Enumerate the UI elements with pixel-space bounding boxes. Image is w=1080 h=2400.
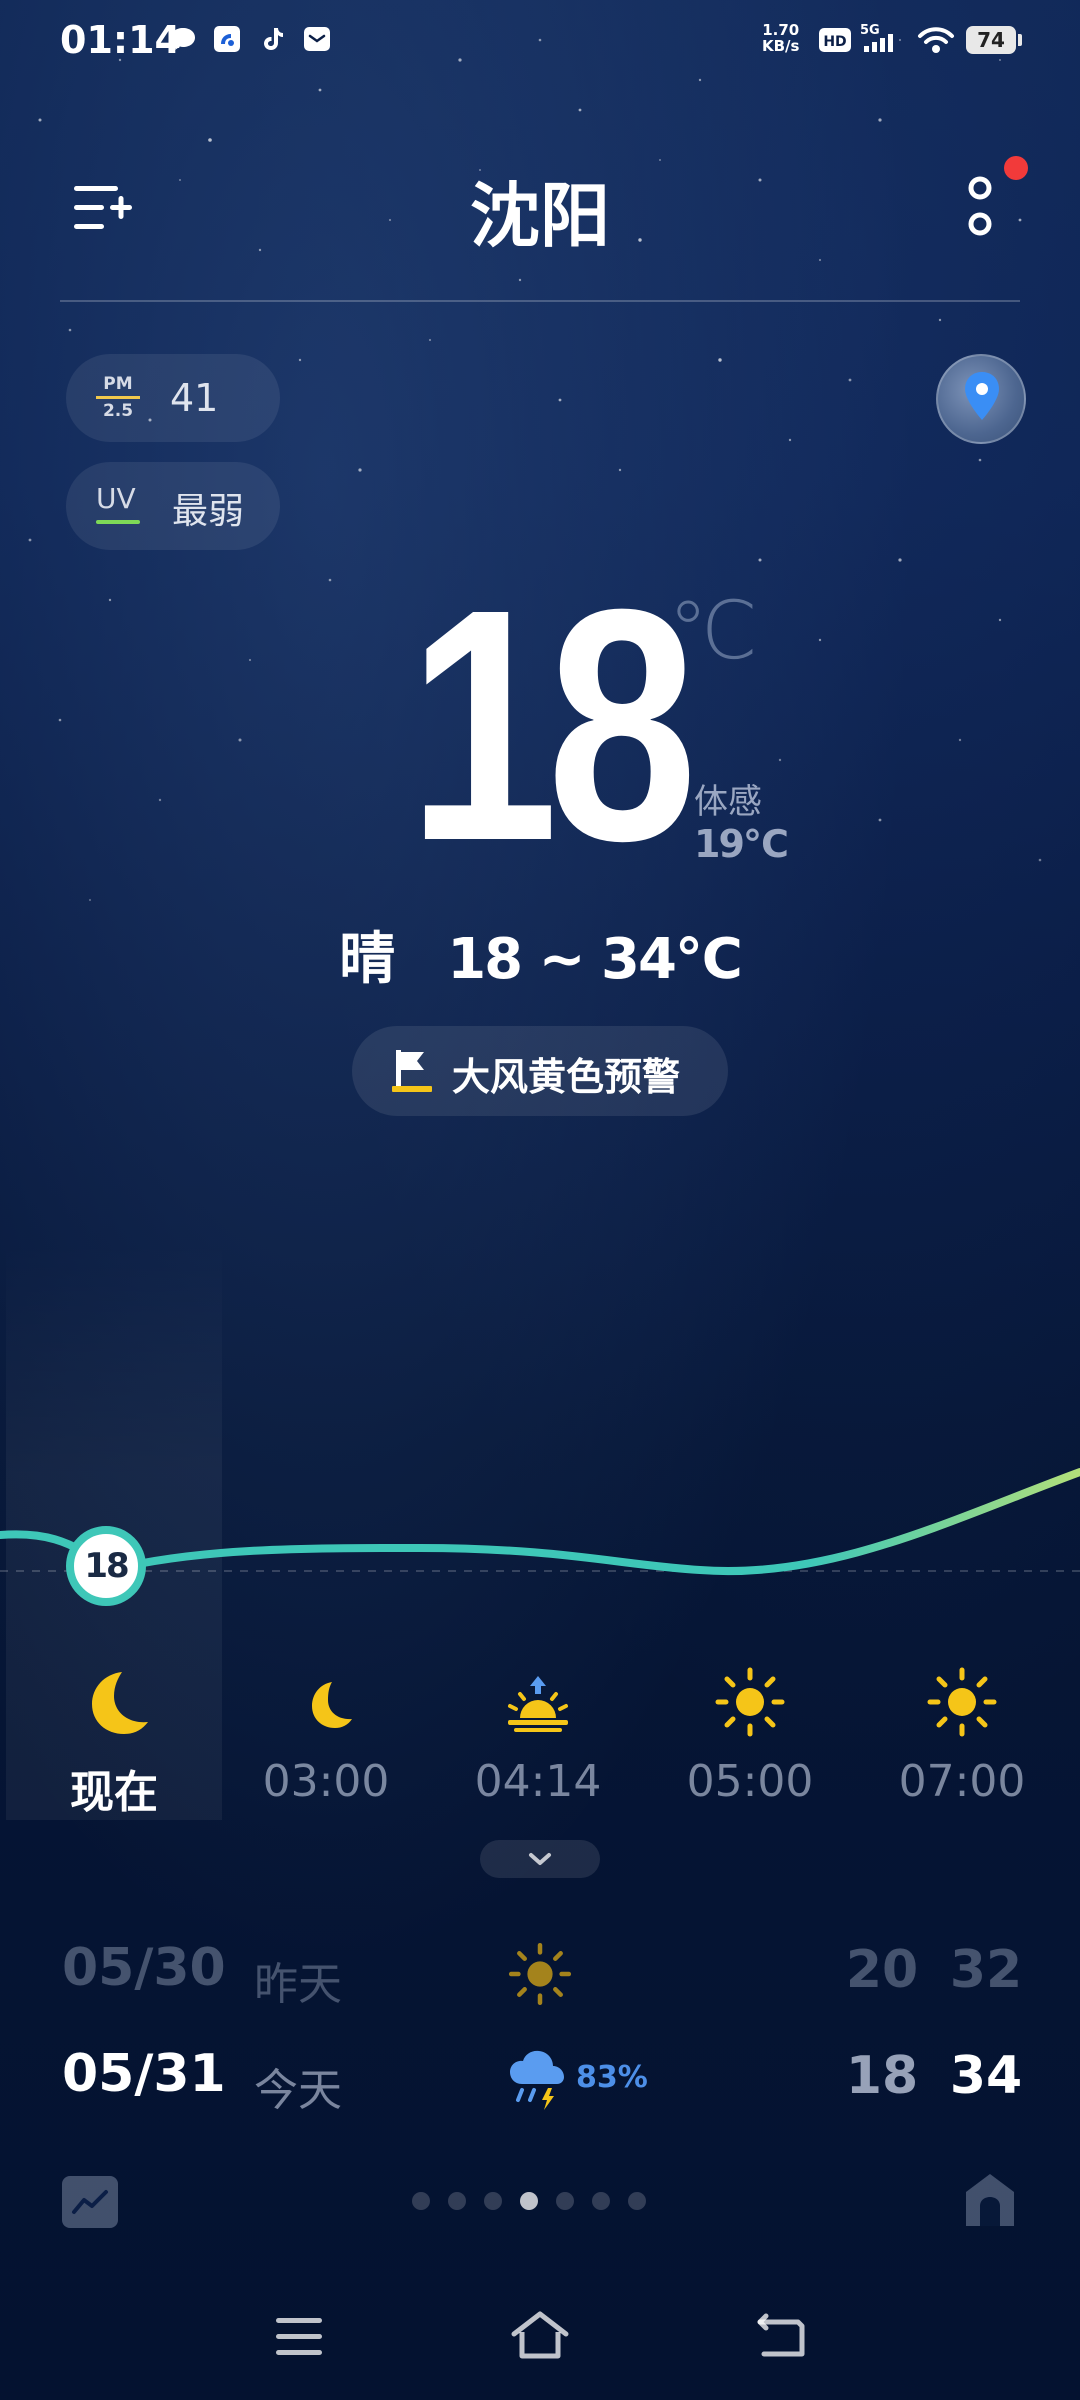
uv-value: 最弱 <box>172 491 245 532</box>
page-dot-active[interactable] <box>520 2192 538 2210</box>
location-map-button[interactable] <box>936 354 1026 444</box>
page-indicator <box>412 2192 652 2212</box>
day-high-temp: 32 <box>949 1940 1023 2000</box>
day-high-temp: 34 <box>949 2046 1023 2106</box>
temperature-unit: ℃ <box>668 584 758 677</box>
day-name: 昨天 <box>254 1959 342 2010</box>
condition-line: 晴 18 ~ 34℃ <box>0 914 1080 995</box>
weather-alert-button[interactable]: 大风黄色预警 <box>352 1026 728 1116</box>
network-speed-unit: KB/s <box>762 37 800 55</box>
hourly-item[interactable]: 07:00 <box>882 1662 1042 1807</box>
chat-bubble-icon <box>171 28 195 50</box>
hd-label: HD <box>823 34 846 50</box>
nav-menu-icon[interactable] <box>270 2310 330 2362</box>
battery-tip <box>1018 34 1022 46</box>
hourly-temperature-curve <box>0 1468 1080 1576</box>
uv-chip[interactable]: UV 最弱 <box>66 462 280 550</box>
hourly-label: 现在 <box>70 1767 158 1818</box>
pm25-label-bottom: 2.5 <box>102 401 134 421</box>
status-time: 01:14 <box>60 18 181 62</box>
day-low-temp: 20 <box>845 1940 919 2000</box>
temperature-range: 18 ~ 34℃ <box>447 927 743 992</box>
page-dot[interactable] <box>556 2192 574 2210</box>
page-dot[interactable] <box>412 2192 430 2210</box>
network-speed: 1.70 KB/s <box>762 22 799 54</box>
moon-icon <box>312 1682 352 1728</box>
network-speed-value: 1.70 <box>762 21 800 39</box>
hourly-item[interactable]: 03:00 <box>246 1662 406 1807</box>
city-title[interactable]: 沈阳 <box>340 160 740 261</box>
sunrise-icon <box>508 1676 568 1732</box>
sun-icon <box>508 1942 572 2006</box>
daily-row-yesterday[interactable]: 05/30 昨天 20 32 <box>0 1930 1080 2010</box>
hourly-label: 03:00 <box>262 1756 390 1807</box>
day-low-temp: 18 <box>845 2046 919 2106</box>
feels-like-value: 19℃ <box>694 822 789 866</box>
mail-app-icon <box>304 27 330 51</box>
uv-label: UV <box>96 482 136 515</box>
day-date: 05/31 <box>62 2044 226 2104</box>
hd-volte-icon: HD <box>819 28 851 52</box>
notification-dot <box>1004 156 1028 180</box>
hourly-label: 04:14 <box>474 1756 602 1807</box>
pm25-icon: PM 2.5 <box>96 374 140 421</box>
warning-flag-icon <box>392 1050 432 1092</box>
page-dot[interactable] <box>448 2192 466 2210</box>
pm25-chip[interactable]: PM 2.5 41 <box>66 354 280 442</box>
battery-indicator: 74 <box>966 26 1016 54</box>
city-manage-icon[interactable] <box>72 182 134 234</box>
page-dot[interactable] <box>592 2192 610 2210</box>
uv-level-bar <box>96 520 140 524</box>
feels-like-label: 体感 <box>694 782 762 822</box>
tiktok-icon <box>264 28 283 50</box>
expand-forecast-button[interactable] <box>480 1840 600 1878</box>
page-dot[interactable] <box>484 2192 502 2210</box>
daily-row-today[interactable]: 05/31 今天 83% 18 34 <box>0 2036 1080 2116</box>
sun-icon <box>715 1667 785 1737</box>
status-bar: 01:14 1.70 KB/s HD 5G 74 <box>0 0 1080 80</box>
sun-icon <box>927 1667 997 1737</box>
current-temperature: 18 <box>407 540 698 909</box>
pm25-value: 41 <box>170 376 219 420</box>
moon-icon <box>92 1672 148 1734</box>
app-notification-icon <box>214 26 240 52</box>
more-options-icon[interactable] <box>960 176 1000 240</box>
precipitation-chance: 83% <box>576 2060 648 2095</box>
hourly-label: 07:00 <box>898 1756 1026 1807</box>
alert-text: 大风黄色预警 <box>452 1055 681 1099</box>
chevron-down-icon <box>529 1853 551 1865</box>
trend-chart-button[interactable] <box>62 2176 118 2228</box>
nav-back-icon[interactable] <box>752 2310 812 2362</box>
day-date: 05/30 <box>62 1938 226 1998</box>
hourly-item[interactable]: 05:00 <box>670 1662 830 1807</box>
home-icon[interactable] <box>962 2170 1018 2228</box>
weather-screen: 01:14 1.70 KB/s HD 5G 74 沈阳 PM 2.5 41 UV… <box>0 0 1080 2400</box>
trend-line-icon <box>72 2190 108 2214</box>
current-temp-bubble: 18 <box>66 1526 146 1606</box>
hourly-item[interactable]: 现在 <box>34 1662 194 1820</box>
day-name: 今天 <box>254 2065 342 2116</box>
wifi-icon <box>918 27 954 53</box>
header-divider <box>60 300 1020 302</box>
hourly-item[interactable]: 04:14 <box>458 1662 618 1807</box>
pm25-label-top: PM <box>103 374 133 394</box>
nav-home-icon[interactable] <box>510 2310 570 2362</box>
location-pin-icon <box>965 372 999 420</box>
signal-5g-icon: 5G <box>860 23 893 52</box>
hourly-label: 05:00 <box>686 1756 814 1807</box>
network-type-label: 5G <box>860 23 880 38</box>
rain-thunder-icon <box>510 2050 564 2110</box>
page-dot[interactable] <box>628 2192 646 2210</box>
weather-condition: 晴 <box>339 927 396 992</box>
